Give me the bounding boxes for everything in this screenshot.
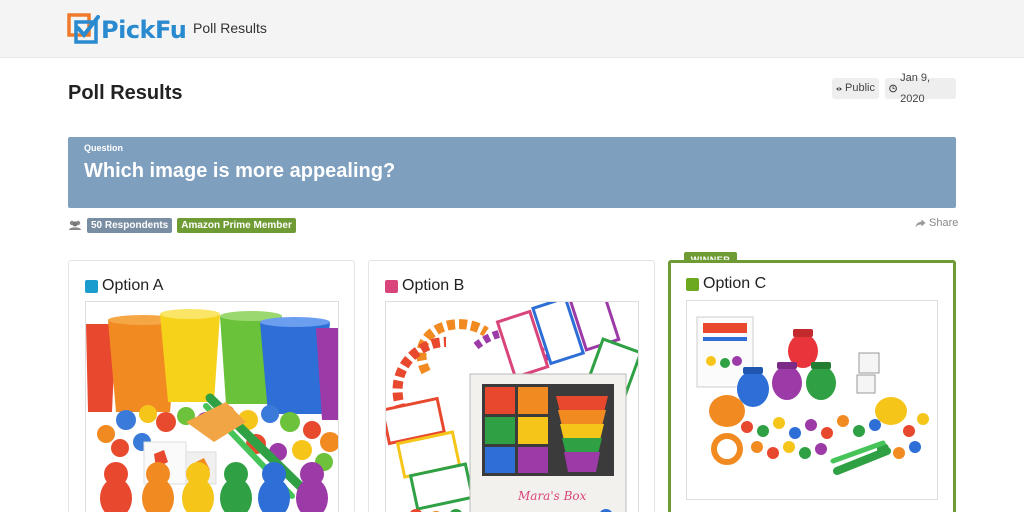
option-b-image[interactable]: Mara's Box: [385, 301, 639, 512]
logo-wordmark: PickFu: [101, 16, 187, 44]
clock-icon: [889, 84, 897, 93]
logo-checkbox-icon: [67, 13, 100, 44]
svg-text:Mara's Box: Mara's Box: [517, 489, 587, 503]
option-header: Option A: [85, 277, 163, 295]
option-header: Option B: [385, 277, 464, 295]
option-color-swatch: [85, 279, 98, 293]
question-label: Question: [84, 143, 124, 153]
rainbow-cups-bears-image: [86, 302, 338, 512]
top-navigation: PickFu Poll Results: [0, 0, 1024, 58]
option-card-a[interactable]: Option A: [68, 260, 355, 512]
audience-badge: Amazon Prime Member: [177, 217, 296, 233]
option-label: Option B: [402, 277, 465, 294]
visibility-badge: Public: [832, 78, 879, 99]
eye-icon: [836, 87, 842, 90]
option-label: Option A: [102, 277, 164, 294]
option-card-b[interactable]: Option B Mara's Box: [368, 260, 655, 512]
question-text: Which image is more appealing?: [84, 160, 396, 182]
page-title: Poll Results: [68, 82, 183, 104]
respondents-badge: 50 Respondents: [87, 217, 173, 233]
option-color-swatch: [385, 279, 398, 293]
counting-bears-jars-image: [687, 301, 937, 499]
option-label: Option C: [703, 275, 767, 292]
nav-title: Poll Results: [193, 20, 267, 36]
option-a-image[interactable]: [85, 301, 339, 512]
visibility-label: Public: [845, 82, 875, 94]
poll-badges: 50 Respondents Amazon Prime Member: [68, 217, 296, 233]
pickfu-logo[interactable]: PickFu: [67, 13, 187, 47]
share-label: Share: [929, 217, 959, 229]
option-c-image[interactable]: [686, 300, 938, 500]
date-badge: Jan 9, 2020: [885, 72, 956, 105]
users-icon: [69, 220, 81, 230]
option-color-swatch: [686, 277, 699, 291]
share-icon: [915, 219, 926, 227]
date-label: Jan 9, 2020: [900, 71, 931, 105]
option-header: Option C: [686, 275, 766, 293]
option-card-c[interactable]: Option C: [668, 260, 956, 512]
share-button[interactable]: Share: [915, 217, 958, 229]
sorting-box-cards-image: Mara's Box: [386, 302, 638, 512]
question-banner: Question Which image is more appealing?: [68, 137, 956, 208]
